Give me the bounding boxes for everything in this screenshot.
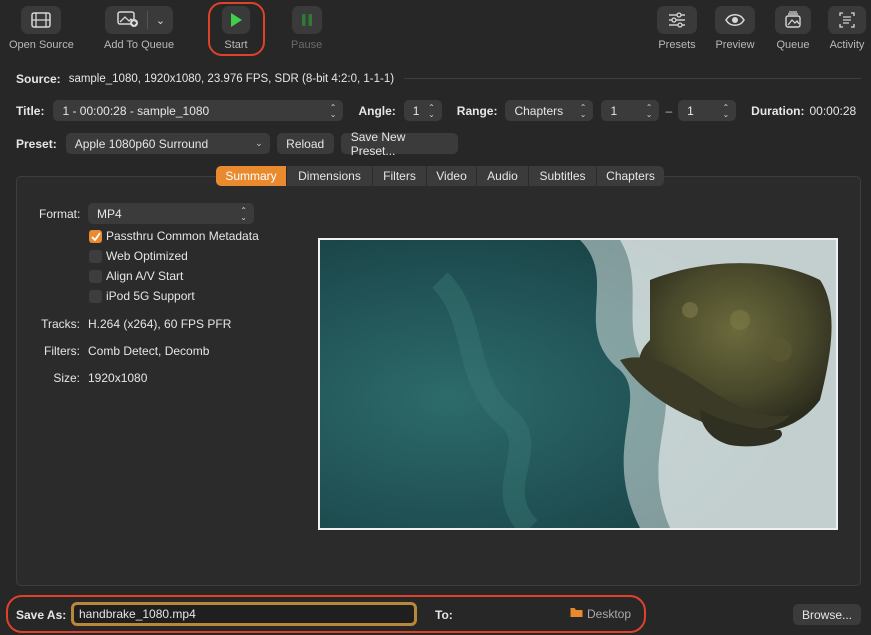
range-end-value: 1 (687, 103, 694, 118)
angle-popup[interactable]: 1 ⌃ ⌄ (403, 100, 442, 121)
open-source-label: Open Source (9, 39, 74, 51)
start-button[interactable]: Start (222, 6, 250, 51)
angle-popup-value: 1 (412, 103, 420, 118)
angle-label: Angle: (358, 103, 396, 118)
tab-subtitles[interactable]: Subtitles (529, 166, 597, 186)
filters-value: Comb Detect, Decomb (88, 344, 210, 358)
updown-chevron-icon: ⌃ ⌄ (579, 102, 587, 119)
range-start-value: 1 (610, 103, 618, 118)
ipod-support-checkbox[interactable]: iPod 5G Support (89, 289, 195, 303)
pause-button[interactable]: Pause (291, 6, 322, 51)
passthru-metadata-checkbox[interactable]: Passthru Common Metadata (89, 229, 259, 243)
preview-image (318, 238, 838, 530)
title-row: Title: 1 - 00:00:28 - sample_1080 ⌃ ⌄ Ang… (16, 100, 861, 121)
photo-stack-icon (775, 6, 811, 34)
tab-dimensions[interactable]: Dimensions (287, 166, 373, 186)
presets-button[interactable]: Presets (657, 6, 697, 51)
activity-log-icon (828, 6, 866, 34)
preset-popup-value: Apple 1080p60 Surround (74, 136, 209, 151)
checkbox-label: Passthru Common Metadata (106, 229, 259, 243)
source-divider (404, 78, 861, 79)
preset-popup[interactable]: Apple 1080p60 Surround ⌄ (65, 133, 270, 154)
reload-button[interactable]: Reload (276, 133, 334, 154)
checkbox-label: Align A/V Start (106, 269, 184, 283)
range-start-popup[interactable]: 1 ⌃ ⌄ (601, 100, 660, 121)
checkbox-box (89, 249, 102, 263)
updown-chevron-icon: ⌃ ⌄ (428, 102, 435, 119)
title-popup-value: 1 - 00:00:28 - sample_1080 (62, 103, 210, 118)
add-image-icon (117, 10, 139, 30)
range-end-popup[interactable]: 1 ⌃ ⌄ (678, 100, 737, 121)
queue-button[interactable]: Queue (775, 6, 811, 51)
tab-filters[interactable]: Filters (373, 166, 427, 186)
preset-row: Preset: Apple 1080p60 Surround ⌄ Reload … (16, 130, 458, 158)
format-label: Format: (39, 207, 81, 221)
tab-bar: Summary Dimensions Filters Video Audio S… (216, 166, 664, 186)
tracks-label: Tracks: (41, 317, 80, 331)
preset-label: Preset: (16, 136, 57, 151)
filters-label: Filters: (44, 344, 80, 358)
duration-value: 00:00:28 (809, 103, 857, 118)
checkbox-box (89, 289, 102, 303)
queue-label: Queue (776, 39, 810, 51)
size-value: 1920x1080 (88, 371, 148, 385)
pause-icon (291, 6, 322, 34)
range-label: Range: (456, 103, 498, 118)
checkbox-label: iPod 5G Support (106, 289, 195, 303)
updown-chevron-icon: ⌃ ⌄ (645, 102, 653, 119)
tab-chapters[interactable]: Chapters (597, 166, 664, 186)
save-as-label: Save As: (16, 608, 67, 622)
preview-button[interactable]: Preview (715, 6, 755, 51)
checkbox-box (89, 269, 102, 283)
updown-chevron-icon: ⌃ ⌄ (722, 102, 730, 119)
source-row: Source: sample_1080, 1920x1080, 23.976 F… (16, 72, 394, 86)
range-popup-value: Chapters (514, 103, 564, 118)
presets-label: Presets (658, 39, 696, 51)
chevron-down-icon: ⌄ (255, 138, 263, 148)
format-popup[interactable]: MP4 ⌃ ⌄ (88, 203, 254, 224)
align-av-start-checkbox[interactable]: Align A/V Start (89, 269, 183, 283)
tab-summary[interactable]: Summary (216, 166, 287, 186)
toolbar: Open Source ⌄ Add To Queue Start Pause P… (0, 0, 871, 60)
open-source-button[interactable]: Open Source (9, 6, 74, 51)
pause-label: Pause (291, 39, 323, 51)
web-optimized-checkbox[interactable]: Web Optimized (89, 249, 188, 263)
tracks-value: H.264 (x264), 60 FPS PFR (88, 317, 232, 331)
updown-chevron-icon: ⌃ ⌄ (329, 102, 337, 119)
updown-chevron-icon: ⌃ ⌄ (240, 205, 247, 222)
source-info: sample_1080, 1920x1080, 23.976 FPS, SDR … (68, 73, 395, 85)
activity-button[interactable]: Activity (828, 6, 866, 51)
format-popup-value: MP4 (97, 206, 122, 221)
source-label: Source: (16, 72, 61, 86)
save-as-field[interactable]: handbrake_1080.mp4 (71, 602, 417, 626)
add-to-queue-label: Add To Queue (104, 39, 175, 51)
range-popup[interactable]: Chapters ⌃ ⌄ (505, 100, 594, 121)
ocean-rocks-illustration (320, 240, 836, 528)
checkmark-icon (89, 229, 102, 243)
browse-button[interactable]: Browse... (793, 604, 861, 625)
save-new-preset-button[interactable]: Save New Preset... (340, 130, 458, 158)
chevron-down-icon[interactable]: ⌄ (156, 14, 165, 27)
film-icon (21, 6, 62, 34)
eye-icon (715, 6, 755, 34)
tab-video[interactable]: Video (427, 166, 477, 186)
duration-label: Duration: (751, 103, 805, 118)
play-icon (222, 6, 250, 34)
save-as-value: handbrake_1080.mp4 (79, 607, 196, 621)
destination-popup[interactable]: Desktop (570, 607, 631, 621)
sliders-icon (657, 6, 697, 34)
tab-audio[interactable]: Audio (477, 166, 529, 186)
activity-label: Activity (829, 39, 865, 51)
size-label: Size: (53, 371, 80, 385)
destination-value: Desktop (587, 607, 632, 621)
range-separator: – (665, 103, 673, 118)
title-label: Title: (16, 103, 45, 118)
folder-icon (570, 607, 583, 621)
preview-label: Preview (715, 39, 755, 51)
to-label: To: (435, 608, 453, 622)
add-to-queue-button[interactable]: ⌄ Add To Queue (104, 6, 174, 51)
start-label: Start (224, 39, 248, 51)
checkbox-label: Web Optimized (106, 249, 188, 263)
title-popup[interactable]: 1 - 00:00:28 - sample_1080 ⌃ ⌄ (53, 100, 344, 121)
